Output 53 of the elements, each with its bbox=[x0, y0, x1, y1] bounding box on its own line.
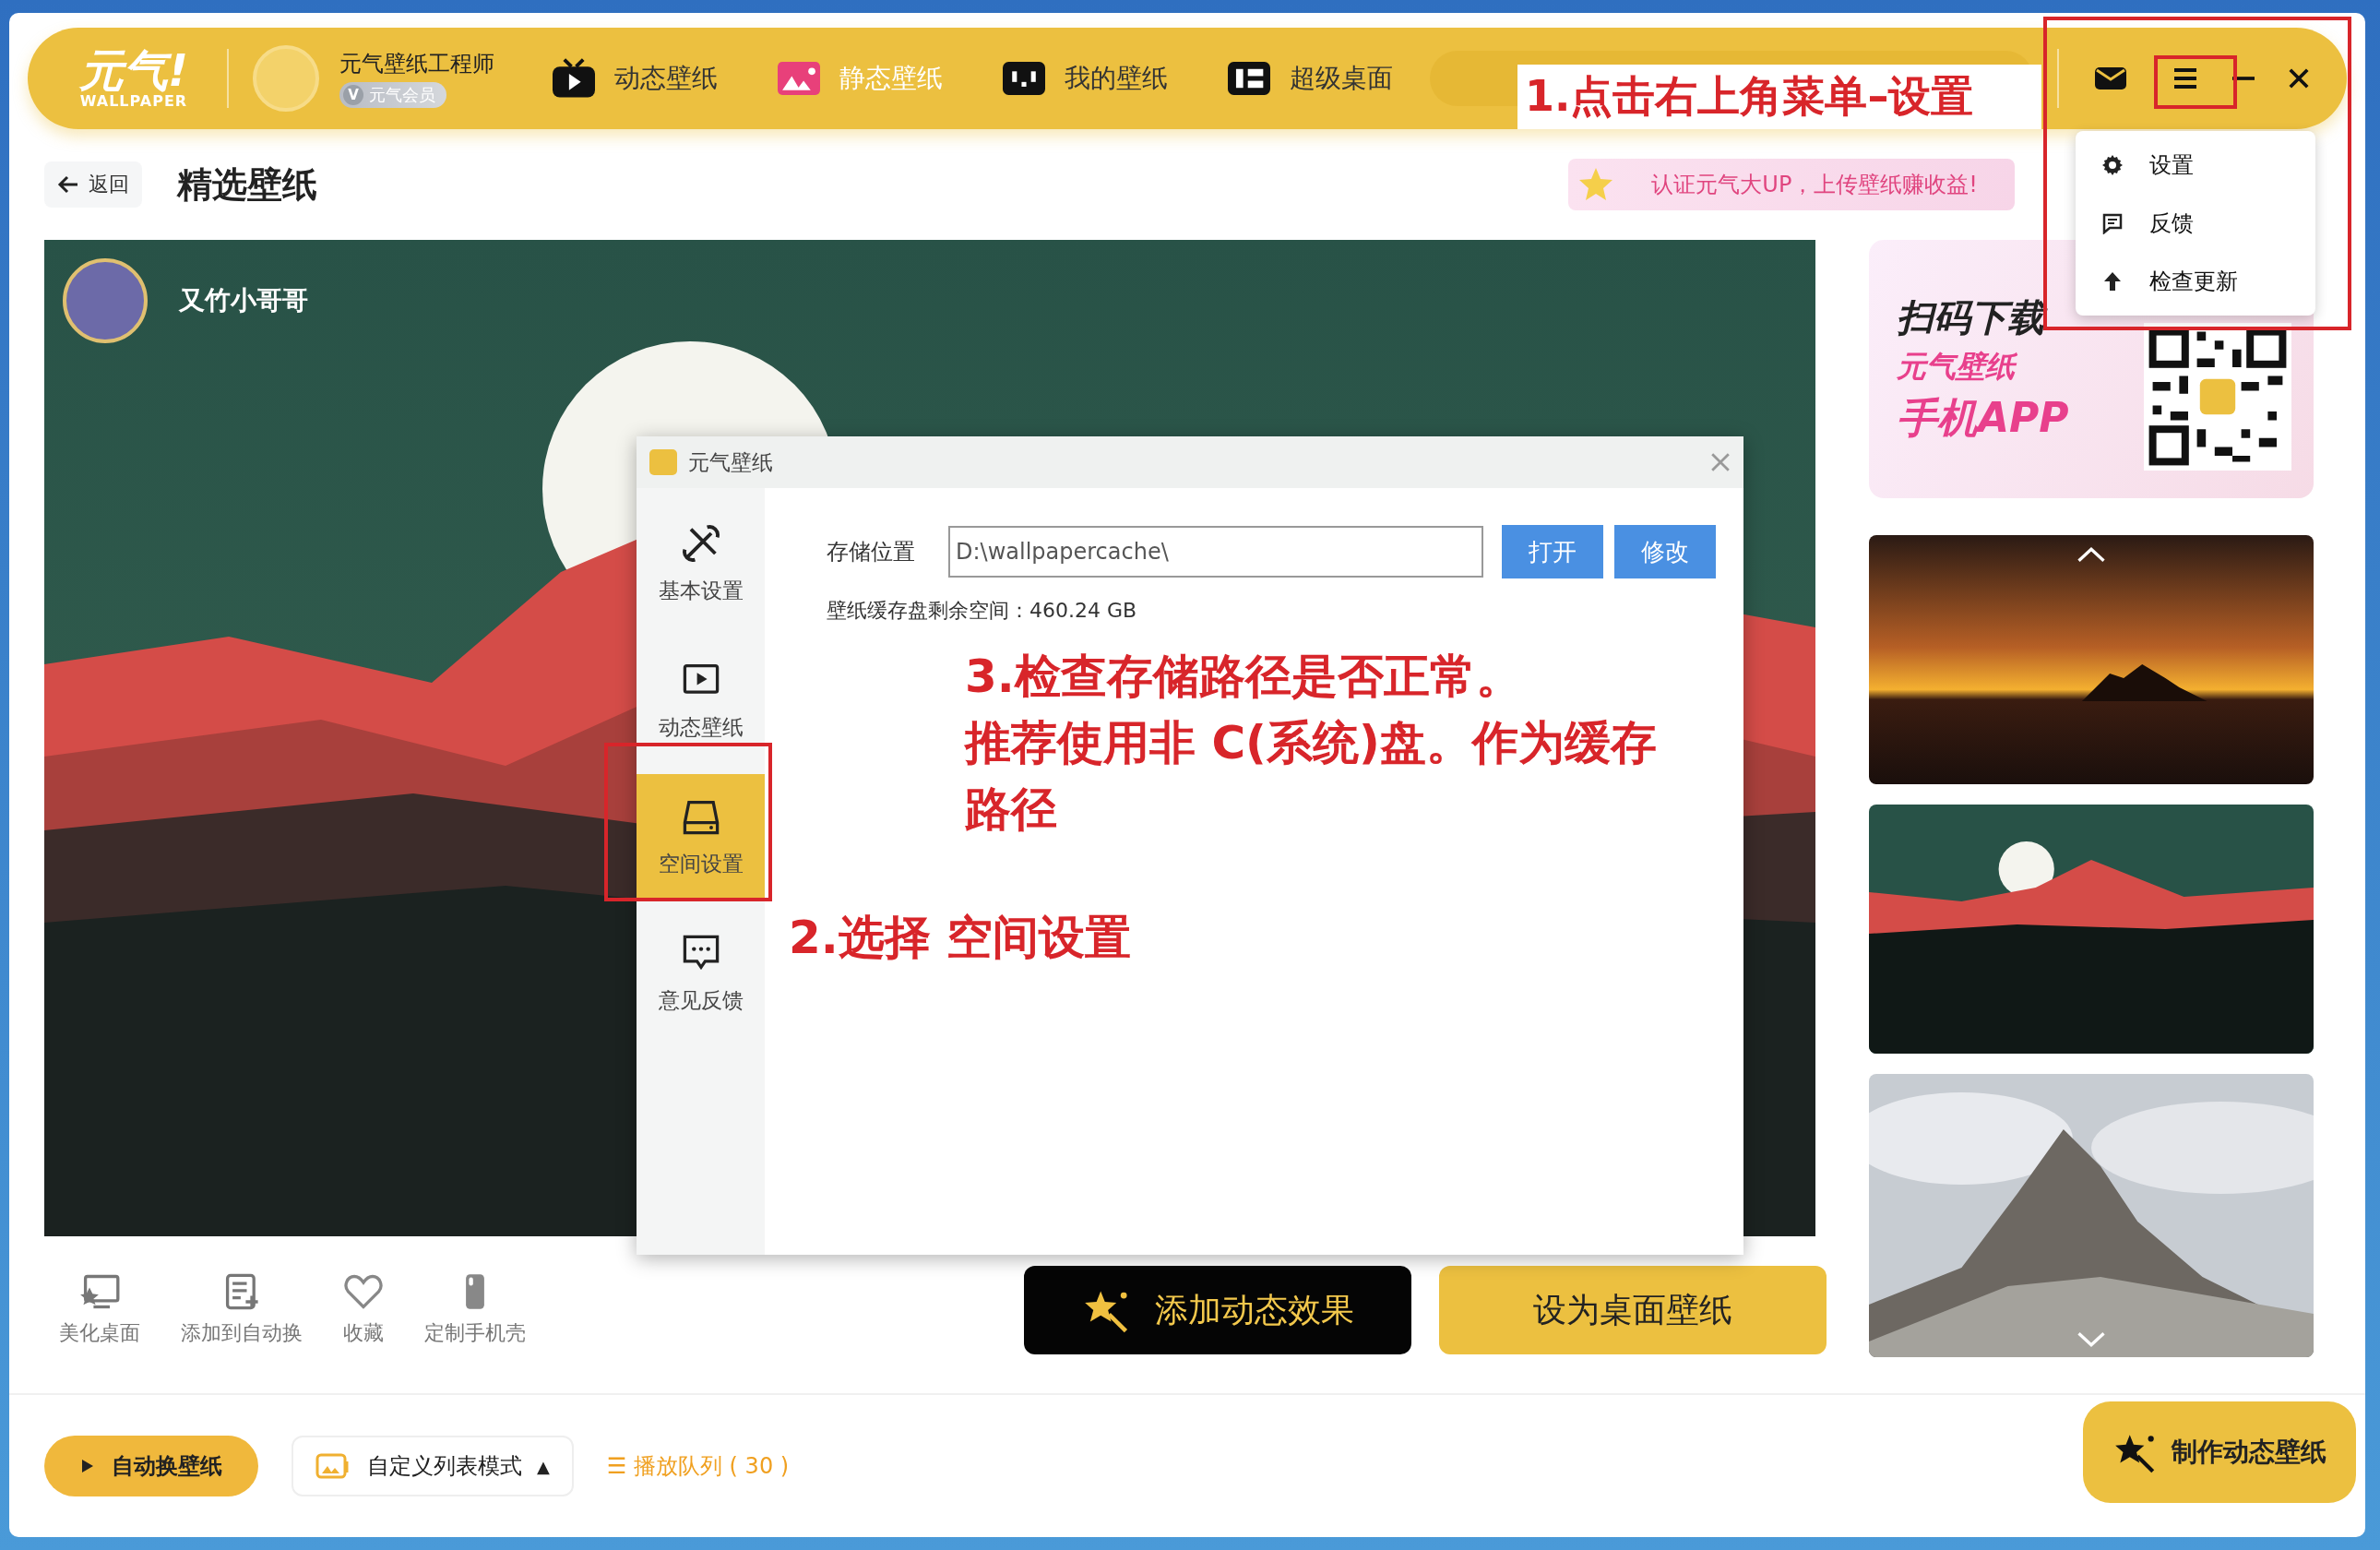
wallpaper-thumbnail[interactable] bbox=[1869, 805, 2314, 1054]
free-space-text: 壁纸缓存盘剩余空间：460.24 GB bbox=[827, 598, 1138, 624]
banner-text: 认证元气大UP，上传壁纸赚收益! bbox=[1651, 171, 1978, 199]
sidebar-tab[interactable]: 基本设置 bbox=[637, 501, 765, 626]
nav-item[interactable]: 超级桌面 bbox=[1225, 57, 1393, 100]
promo-subtitle: 元气壁纸 bbox=[1897, 347, 2069, 388]
comment-icon bbox=[2101, 212, 2124, 234]
settings-icon bbox=[2101, 154, 2124, 177]
author-name[interactable]: 又竹小哥哥 bbox=[179, 283, 308, 318]
qr-code-icon bbox=[2144, 323, 2291, 471]
sidebar-tab[interactable]: 意见反馈 bbox=[637, 911, 765, 1036]
action-button[interactable]: 美化桌面 bbox=[59, 1273, 140, 1347]
action-button[interactable]: 添加到自动换 bbox=[181, 1273, 303, 1347]
close-icon[interactable] bbox=[2288, 67, 2310, 89]
back-button[interactable]: 返回 bbox=[44, 161, 142, 208]
minimize-icon[interactable] bbox=[2232, 76, 2255, 81]
monitor-star-icon bbox=[79, 1273, 120, 1310]
menu-item[interactable]: 反馈 bbox=[2076, 209, 2315, 238]
chevron-up-icon[interactable] bbox=[2076, 546, 2107, 563]
menu-item[interactable]: 检查更新 bbox=[2076, 266, 2315, 296]
tools-icon bbox=[680, 522, 721, 564]
tv-icon bbox=[550, 57, 598, 100]
app-logo-icon bbox=[649, 449, 677, 475]
action-button[interactable]: 定制手机壳 bbox=[424, 1273, 526, 1347]
annotation-text: 3.检查存储路径是否正常。 bbox=[965, 649, 1523, 705]
wallpaper-thumbnail[interactable] bbox=[1869, 535, 2314, 784]
menu-item[interactable]: 设置 bbox=[2076, 150, 2315, 181]
promo-tagline: 手机APP bbox=[1897, 393, 2069, 443]
user-name: 元气壁纸工程师 bbox=[339, 50, 494, 78]
nav-item[interactable]: 动态壁纸 bbox=[550, 57, 718, 100]
sidebar-tab[interactable]: 动态壁纸 bbox=[637, 638, 765, 763]
primary-button[interactable]: 添加动态效果 bbox=[1024, 1266, 1411, 1354]
primary-button[interactable]: 设为桌面壁纸 bbox=[1439, 1266, 1827, 1354]
storage-path-field[interactable]: D:\wallpapercache\ bbox=[948, 526, 1483, 578]
page-title: 精选壁纸 bbox=[177, 162, 317, 207]
wallpaper-thumbnail[interactable] bbox=[1869, 1074, 2314, 1357]
annotation-text: 推荐使用非 C(系统)盘。作为缓存路径 bbox=[965, 715, 1658, 838]
dialog-title: 元气壁纸 bbox=[688, 448, 773, 476]
annotation-text: 2.选择 空间设置 bbox=[789, 910, 1132, 966]
auto-switch-button[interactable]: 自动换壁纸 bbox=[44, 1436, 258, 1496]
field-label: 存储位置 bbox=[827, 538, 916, 566]
nav-item[interactable]: 我的壁纸 bbox=[1000, 57, 1168, 100]
create-wallpaper-button[interactable]: 制作动态壁纸 bbox=[2083, 1401, 2356, 1503]
mail-icon[interactable] bbox=[2094, 66, 2127, 90]
heart-icon bbox=[343, 1273, 384, 1310]
annotation-text: 1.点击右上角菜单–设置 bbox=[1517, 65, 2041, 129]
play-icon bbox=[80, 1458, 95, 1474]
chevron-down-icon[interactable] bbox=[2076, 1331, 2107, 1348]
action-button[interactable]: 收藏 bbox=[343, 1273, 384, 1347]
back-arrow-icon bbox=[57, 175, 79, 194]
sidebar-tab[interactable]: 空间设置 bbox=[637, 774, 765, 900]
menu-icon[interactable] bbox=[2172, 67, 2199, 89]
mode-dropdown[interactable]: 自定义列表模式 ▲ bbox=[292, 1436, 574, 1496]
